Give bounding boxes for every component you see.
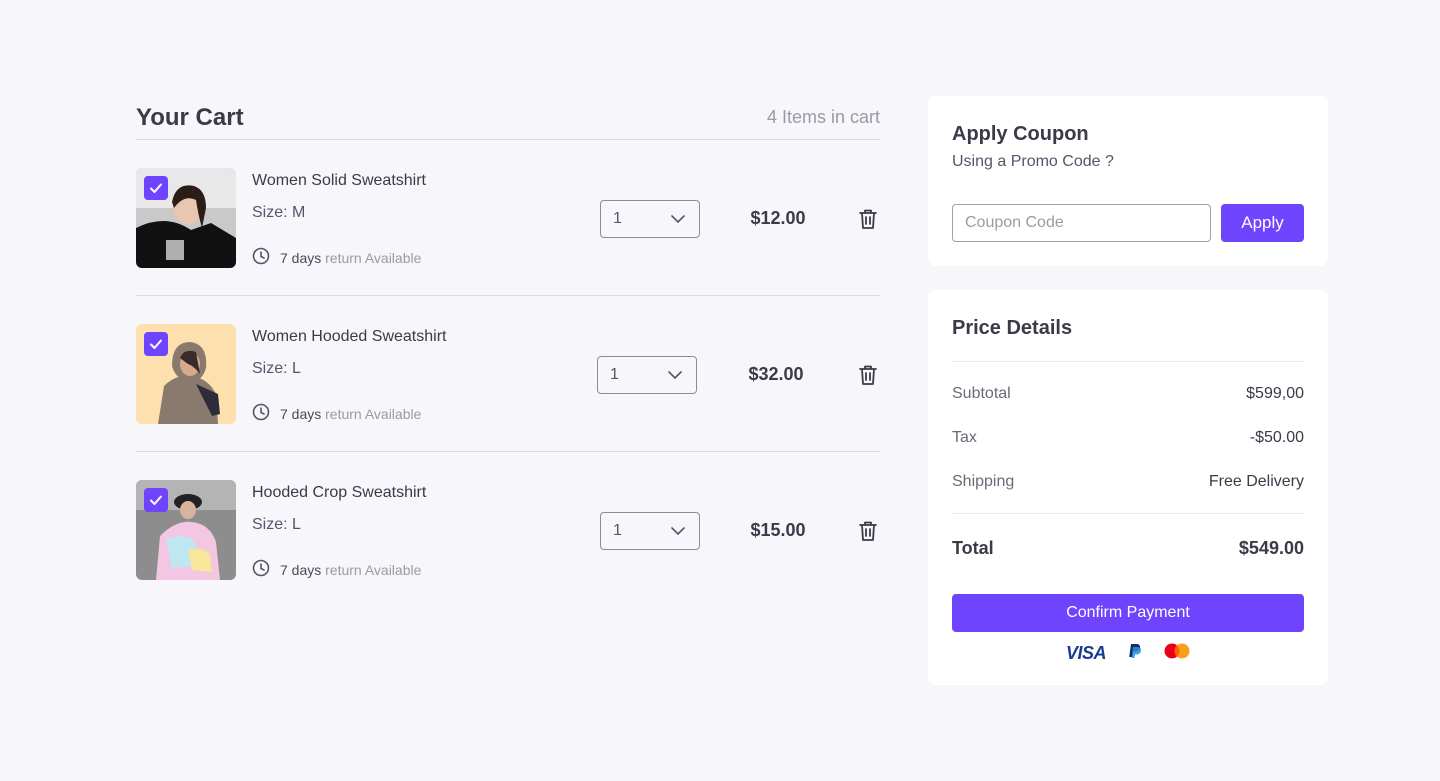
cart-item-count: 4 Items in cart bbox=[766, 107, 880, 127]
quantity-value: 1 bbox=[613, 522, 622, 539]
divider bbox=[952, 361, 1304, 362]
total-row: Total $549.00 bbox=[952, 538, 1304, 559]
trash-icon[interactable] bbox=[858, 364, 878, 386]
shipping-label: Shipping bbox=[952, 473, 1015, 490]
coupon-card: Apply Coupon Using a Promo Code ? Apply bbox=[928, 96, 1328, 266]
coupon-subtitle: Using a Promo Code ? bbox=[952, 153, 1114, 170]
divider bbox=[952, 513, 1304, 514]
subtotal-value: $599,00 bbox=[1246, 385, 1304, 402]
confirm-payment-button[interactable]: Confirm Payment bbox=[952, 594, 1304, 632]
return-info: 7 days return Available bbox=[252, 403, 421, 424]
cart-item: Hooded Crop Sweatshirt Size: L 7 days re… bbox=[136, 452, 880, 608]
item-size: Size: M bbox=[252, 204, 306, 221]
return-days: 7 days bbox=[280, 561, 322, 578]
return-info: 7 days return Available bbox=[252, 247, 421, 268]
return-days: 7 days bbox=[280, 249, 322, 266]
quantity-value: 1 bbox=[613, 210, 622, 227]
subtotal-label: Subtotal bbox=[952, 385, 1011, 402]
cart-item: Women Hooded Sweatshirt Size: L 7 days r… bbox=[136, 296, 880, 452]
chevron-down-icon bbox=[671, 522, 685, 540]
chevron-down-icon bbox=[671, 210, 685, 228]
shipping-row: Shipping Free Delivery bbox=[952, 473, 1304, 491]
quantity-select[interactable]: 1 bbox=[600, 512, 700, 550]
cart-header: Your Cart 4 Items in cart bbox=[136, 96, 880, 140]
tax-label: Tax bbox=[952, 429, 977, 446]
trash-icon[interactable] bbox=[858, 520, 878, 542]
trash-icon[interactable] bbox=[858, 208, 878, 230]
coupon-title: Apply Coupon bbox=[952, 123, 1089, 145]
item-size: Size: L bbox=[252, 360, 301, 377]
apply-coupon-button[interactable]: Apply bbox=[1221, 204, 1304, 242]
price-details-card: Price Details Subtotal $599,00 Tax -$50.… bbox=[928, 290, 1328, 685]
item-price: $15.00 bbox=[750, 520, 806, 540]
item-price: $32.00 bbox=[748, 364, 804, 384]
chevron-down-icon bbox=[668, 366, 682, 384]
mastercard-icon bbox=[1164, 643, 1190, 664]
price-details-title: Price Details bbox=[952, 317, 1073, 339]
product-image bbox=[136, 324, 236, 424]
product-image bbox=[136, 168, 236, 268]
visa-icon: VISA bbox=[1065, 642, 1107, 663]
clock-icon bbox=[252, 247, 270, 268]
return-text: return Available bbox=[325, 405, 422, 422]
coupon-input[interactable] bbox=[952, 204, 1211, 242]
quantity-select[interactable]: 1 bbox=[600, 200, 700, 238]
product-image bbox=[136, 480, 236, 580]
item-name: Women Solid Sweatshirt bbox=[252, 172, 426, 189]
item-price: $12.00 bbox=[750, 208, 806, 228]
clock-icon bbox=[252, 403, 270, 424]
tax-row: Tax -$50.00 bbox=[952, 429, 1304, 447]
total-label: Total bbox=[952, 538, 994, 558]
quantity-value: 1 bbox=[610, 366, 619, 383]
tax-value: -$50.00 bbox=[1249, 429, 1304, 446]
payment-methods: VISA bbox=[928, 642, 1328, 664]
cart-section: Your Cart 4 Items in cart Women Solid Sw… bbox=[136, 96, 880, 608]
item-size: Size: L bbox=[252, 516, 301, 533]
return-text: return Available bbox=[325, 249, 422, 266]
item-checkbox[interactable] bbox=[144, 332, 168, 356]
total-value: $549.00 bbox=[1238, 538, 1304, 558]
item-checkbox[interactable] bbox=[144, 488, 168, 512]
subtotal-row: Subtotal $599,00 bbox=[952, 385, 1304, 403]
item-name: Women Hooded Sweatshirt bbox=[252, 328, 447, 345]
shipping-value: Free Delivery bbox=[1208, 473, 1304, 490]
return-info: 7 days return Available bbox=[252, 559, 421, 580]
item-name: Hooded Crop Sweatshirt bbox=[252, 484, 427, 501]
clock-icon bbox=[252, 559, 270, 580]
cart-title: Your Cart bbox=[136, 103, 244, 131]
return-days: 7 days bbox=[280, 405, 322, 422]
quantity-select[interactable]: 1 bbox=[597, 356, 697, 394]
paypal-icon bbox=[1128, 643, 1142, 664]
return-text: return Available bbox=[325, 561, 422, 578]
cart-item: Women Solid Sweatshirt Size: M 7 days re… bbox=[136, 140, 880, 296]
item-checkbox[interactable] bbox=[144, 176, 168, 200]
